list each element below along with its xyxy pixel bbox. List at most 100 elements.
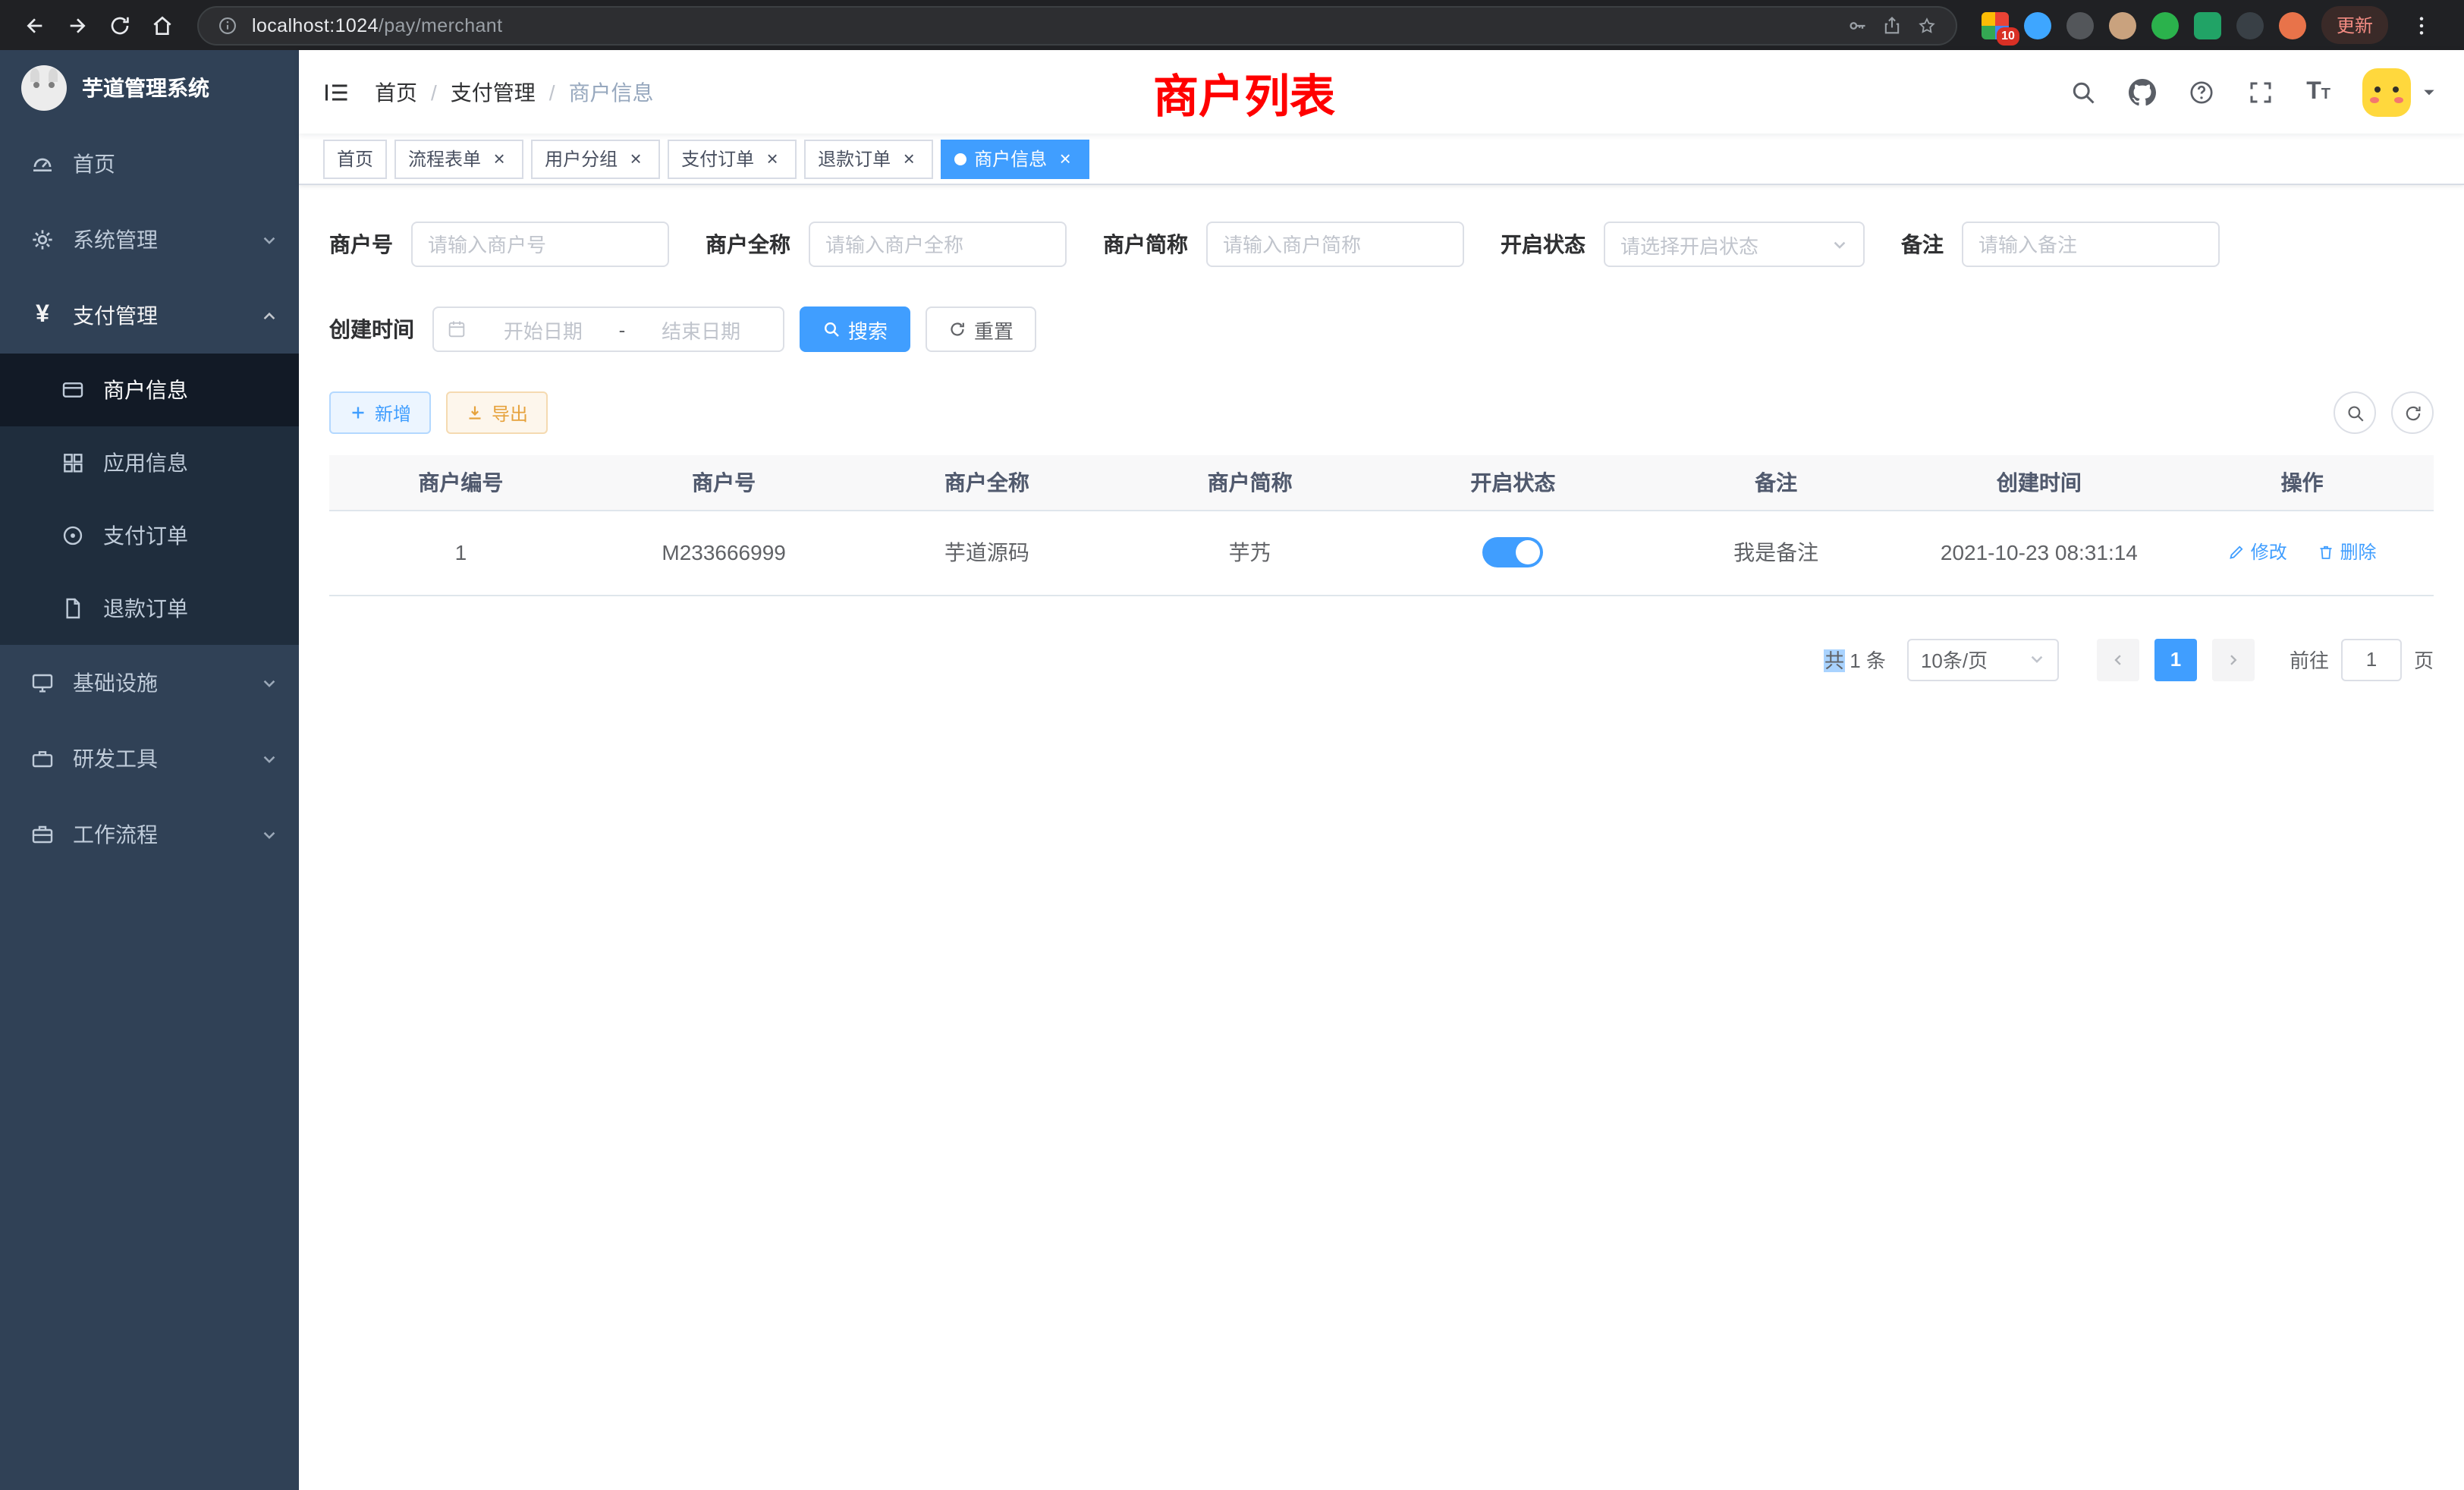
bookmark-star-icon[interactable] <box>1916 14 1938 36</box>
delete-link[interactable]: 删除 <box>2318 539 2377 565</box>
close-icon[interactable] <box>489 148 510 169</box>
site-info-icon[interactable] <box>217 14 238 36</box>
show-search-button[interactable] <box>2334 391 2376 434</box>
breadcrumb-current: 商户信息 <box>569 77 654 107</box>
sidebar-item-payment[interactable]: 支付管理 <box>0 278 299 354</box>
close-icon[interactable] <box>625 148 646 169</box>
fullscreen-icon[interactable] <box>2247 78 2274 105</box>
tab-user-group[interactable]: 用户分组 <box>531 139 660 178</box>
monitor-icon <box>30 671 55 695</box>
prev-page-button[interactable] <box>2097 638 2139 681</box>
sidebar-item-infra[interactable]: 基础设施 <box>0 645 299 721</box>
sidebar-item-home[interactable]: 首页 <box>0 126 299 202</box>
tab-pay-order[interactable]: 支付订单 <box>668 139 797 178</box>
close-icon[interactable] <box>762 148 783 169</box>
extension-dark-circle-icon[interactable] <box>2066 11 2094 39</box>
sidebar-item-label: 支付订单 <box>103 520 188 551</box>
short-name-input[interactable] <box>1206 222 1464 267</box>
create-time-range-picker[interactable]: 开始日期 - 结束日期 <box>432 306 784 352</box>
remark-input[interactable] <box>1962 222 2220 267</box>
merchant-table: 商户编号 商户号 商户全称 商户简称 开启状态 备注 创建时间 操作 1 <box>329 455 2434 596</box>
download-icon <box>466 404 484 422</box>
search-icon <box>822 320 841 338</box>
full-name-input-field[interactable] <box>825 233 1050 256</box>
sidebar-toggle-button[interactable] <box>299 50 375 134</box>
goto-page-input[interactable] <box>2341 638 2402 681</box>
tab-home[interactable]: 首页 <box>323 139 387 178</box>
status-toggle[interactable] <box>1482 537 1543 567</box>
sidebar-item-refund-order[interactable]: 退款订单 <box>0 572 299 645</box>
user-avatar-menu[interactable] <box>2362 68 2437 116</box>
address-bar[interactable]: localhost:1024/pay/merchant <box>197 5 1957 45</box>
breadcrumb-payment[interactable]: 支付管理 <box>451 77 536 107</box>
help-icon[interactable] <box>2188 78 2215 105</box>
navbar-actions <box>2070 68 2437 116</box>
remark-input-field[interactable] <box>1978 233 2203 256</box>
extension-pinwheel-icon[interactable] <box>2236 11 2264 39</box>
page-size-select[interactable]: 10条/页 <box>1907 638 2059 681</box>
refresh-icon <box>948 320 966 338</box>
close-icon[interactable] <box>1054 148 1076 169</box>
sidebar-item-system[interactable]: 系统管理 <box>0 202 299 278</box>
sidebar-item-pay-order[interactable]: 支付订单 <box>0 499 299 572</box>
add-button[interactable]: 新增 <box>329 391 431 434</box>
field-label: 开启状态 <box>1501 229 1586 259</box>
sidebar-item-devtools[interactable]: 研发工具 <box>0 721 299 797</box>
sidebar-item-merchant-info[interactable]: 商户信息 <box>0 354 299 426</box>
breadcrumb-home[interactable]: 首页 <box>375 77 417 107</box>
goto-label: 前往 <box>2290 645 2329 674</box>
merchant-no-input-field[interactable] <box>428 233 652 256</box>
sidebar-item-workflow[interactable]: 工作流程 <box>0 797 299 872</box>
sidebar-item-label: 工作流程 <box>73 819 158 850</box>
field-label: 商户号 <box>329 229 393 259</box>
col-full-name: 商户全称 <box>856 455 1119 510</box>
font-size-icon[interactable] <box>2306 80 2330 104</box>
extension-drop-icon[interactable] <box>2024 11 2051 39</box>
field-label: 商户简称 <box>1103 229 1188 259</box>
export-button[interactable]: 导出 <box>446 391 548 434</box>
document-icon <box>61 596 85 621</box>
tab-refund-order[interactable]: 退款订单 <box>804 139 933 178</box>
full-name-input[interactable] <box>809 222 1067 267</box>
select-placeholder: 请选择开启状态 <box>1620 230 1758 259</box>
github-icon[interactable] <box>2129 78 2156 105</box>
active-dot <box>954 152 966 165</box>
sidebar-item-app-info[interactable]: 应用信息 <box>0 426 299 499</box>
tab-process-form[interactable]: 流程表单 <box>394 139 523 178</box>
browser-update-button[interactable]: 更新 <box>2321 6 2388 44</box>
refresh-table-button[interactable] <box>2391 391 2434 434</box>
search-icon <box>2345 403 2365 423</box>
extension-green-square-icon[interactable] <box>2194 11 2221 39</box>
page-number-button[interactable]: 1 <box>2154 638 2197 681</box>
browser-back-button[interactable] <box>15 5 55 45</box>
reset-button[interactable]: 重置 <box>926 306 1036 352</box>
extension-profile-icon[interactable] <box>2279 11 2306 39</box>
filter-full-name: 商户全称 <box>706 222 1067 267</box>
search-icon[interactable] <box>2070 78 2097 105</box>
browser-menu-button[interactable] <box>2403 13 2440 37</box>
browser-reload-button[interactable] <box>100 5 140 45</box>
extension-green-circle-icon[interactable] <box>2151 11 2179 39</box>
edit-link[interactable]: 修改 <box>2228 539 2287 565</box>
share-icon[interactable] <box>1881 14 1903 36</box>
browser-home-button[interactable] <box>143 5 182 45</box>
extension-avatar-icon[interactable] <box>2109 11 2136 39</box>
filter-form: 商户号 商户全称 商户简称 开启状态 请选择开启状态 <box>329 222 2434 391</box>
page-unit-label: 页 <box>2414 645 2434 674</box>
next-page-button[interactable] <box>2212 638 2255 681</box>
kebab-menu-icon <box>2409 13 2434 37</box>
short-name-input-field[interactable] <box>1223 233 1447 256</box>
password-key-icon[interactable] <box>1846 14 1868 36</box>
filter-short-name: 商户简称 <box>1103 222 1464 267</box>
tab-merchant-info[interactable]: 商户信息 <box>941 139 1089 178</box>
search-button[interactable]: 搜索 <box>800 306 910 352</box>
extension-tiles-icon[interactable]: 10 <box>1982 11 2009 39</box>
table-header-row: 商户编号 商户号 商户全称 商户简称 开启状态 备注 创建时间 操作 <box>329 455 2434 510</box>
sidebar-logo[interactable]: 芋道管理系统 <box>0 50 299 126</box>
merchant-no-input[interactable] <box>411 222 669 267</box>
close-icon[interactable] <box>898 148 919 169</box>
status-select[interactable]: 请选择开启状态 <box>1604 222 1865 267</box>
sidebar-item-label: 系统管理 <box>73 225 158 255</box>
table-tools <box>2334 391 2434 434</box>
browser-forward-button[interactable] <box>58 5 97 45</box>
